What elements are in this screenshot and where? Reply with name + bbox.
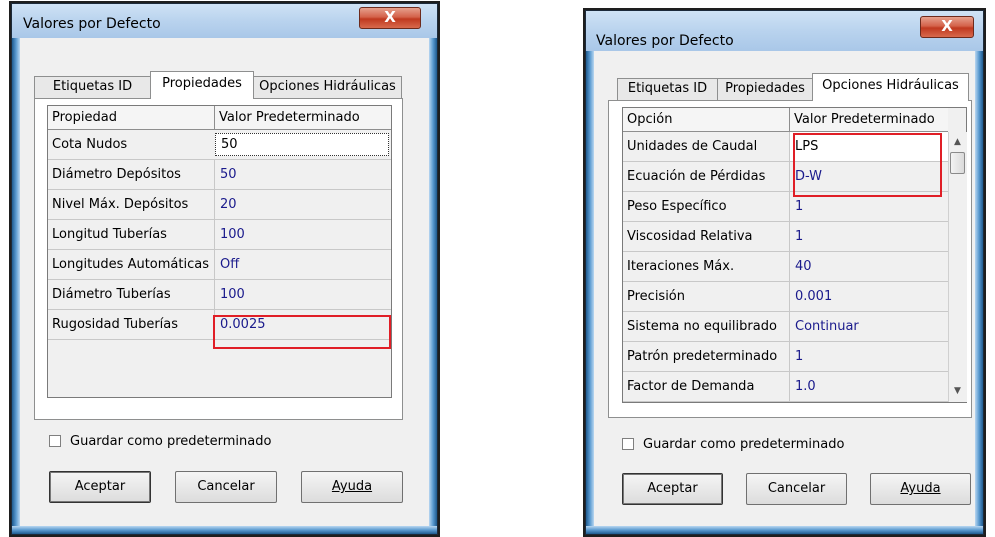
left-frame <box>12 38 20 534</box>
right-save-default-option[interactable]: Guardar como predeterminado <box>622 436 882 454</box>
row-name: Precisión <box>627 289 686 304</box>
left-title-bar: Valores por Defecto X <box>12 4 437 38</box>
bottom-frame <box>12 526 437 534</box>
right-col-valor: Valor Predeterminado <box>789 108 948 131</box>
right-tab-propiedades[interactable]: Propiedades <box>717 78 813 100</box>
table-row[interactable]: Iteraciones Máx. 40 <box>623 252 948 282</box>
row-value[interactable]: Off <box>214 250 391 279</box>
table-row[interactable]: Patrón predeterminado 1 <box>623 342 948 372</box>
left-dialog-title: Valores por Defecto <box>23 16 161 32</box>
right-help-button[interactable]: Ayuda <box>870 473 971 505</box>
row-name: Nivel Máx. Depósitos <box>52 197 189 212</box>
right-tab-propiedades-label: Propiedades <box>725 81 805 96</box>
left-ok-button[interactable]: Aceptar <box>49 471 151 503</box>
right-save-default-label: Guardar como predeterminado <box>643 437 845 452</box>
left-grid-header: Propiedad Valor Predeterminado <box>48 106 391 130</box>
right-dialog-title: Valores por Defecto <box>596 33 734 49</box>
row-name: Cota Nudos <box>52 137 128 152</box>
right-grid-header: Opción Valor Predeterminado <box>623 108 948 132</box>
row-name: Rugosidad Tuberías <box>52 317 179 332</box>
left-save-default-option[interactable]: Guardar como predeterminado <box>49 433 309 451</box>
left-tab-propiedades-label: Propiedades <box>162 76 242 91</box>
row-name: Diámetro Depósitos <box>52 167 181 182</box>
right-tab-opciones-hidraulicas-label: Opciones Hidráulicas <box>822 78 959 93</box>
left-cancel-button[interactable]: Cancelar <box>175 471 277 503</box>
row-name: Ecuación de Pérdidas <box>627 169 766 184</box>
left-tab-panel: Propiedad Valor Predeterminado Cota Nudo… <box>34 98 403 420</box>
table-row[interactable]: Precisión 0.001 <box>623 282 948 312</box>
row-value[interactable]: 40 <box>789 252 948 281</box>
left-property-grid: Propiedad Valor Predeterminado Cota Nudo… <box>47 105 392 398</box>
left-tab-opciones-hidraulicas[interactable]: Opciones Hidráulicas <box>253 76 402 98</box>
right-frame <box>429 38 437 534</box>
right-dialog-window: Valores por Defecto X Etiquetas ID Propi… <box>585 10 984 535</box>
table-row[interactable]: Nivel Máx. Depósitos 20 <box>48 190 391 220</box>
row-value[interactable]: 50 <box>214 160 391 189</box>
row-value[interactable]: 100 <box>214 220 391 249</box>
table-row[interactable]: Factor de Demanda 1.0 <box>623 372 948 402</box>
row-value[interactable]: Continuar <box>789 312 948 341</box>
left-tab-propiedades[interactable]: Propiedades <box>150 71 254 99</box>
right-tab-etiquetas-id[interactable]: Etiquetas ID <box>617 78 718 100</box>
row-name: Longitudes Automáticas <box>52 257 209 272</box>
row-name: Sistema no equilibrado <box>627 319 777 334</box>
scroll-down-icon[interactable]: ▼ <box>949 383 966 400</box>
bottom-frame <box>586 526 983 534</box>
row-value[interactable]: 1.0 <box>789 372 948 401</box>
row-value[interactable]: 1 <box>789 342 948 371</box>
right-save-default-checkbox[interactable] <box>622 438 634 450</box>
left-help-button[interactable]: Ayuda <box>301 471 403 503</box>
row-value[interactable]: 20 <box>214 190 391 219</box>
table-row[interactable]: Cota Nudos 50 <box>48 130 391 160</box>
row-value-input[interactable]: 50 <box>215 133 389 156</box>
row-name: Factor de Demanda <box>627 379 755 394</box>
row-name: Iteraciones Máx. <box>627 259 735 274</box>
table-row[interactable]: Viscosidad Relativa 1 <box>623 222 948 252</box>
right-cancel-button[interactable]: Cancelar <box>746 473 847 505</box>
row-value[interactable]: 1 <box>789 222 948 251</box>
left-dialog-window: Valores por Defecto X Etiquetas ID Propi… <box>11 3 438 535</box>
row-name: Diámetro Tuberías <box>52 287 171 302</box>
right-tab-etiquetas-id-label: Etiquetas ID <box>627 81 708 96</box>
left-col-propiedad: Propiedad <box>52 110 117 125</box>
row-name: Unidades de Caudal <box>627 139 758 154</box>
scroll-thumb[interactable] <box>950 152 965 174</box>
left-close-button[interactable]: X <box>359 7 421 29</box>
row-value[interactable]: 100 <box>214 280 391 309</box>
right-ok-button[interactable]: Aceptar <box>622 473 723 505</box>
table-row[interactable]: Longitud Tuberías 100 <box>48 220 391 250</box>
row-name: Viscosidad Relativa <box>627 229 753 244</box>
left-frame <box>586 51 594 534</box>
row-name: Peso Específico <box>627 199 727 214</box>
right-tab-opciones-hidraulicas[interactable]: Opciones Hidráulicas <box>812 73 969 101</box>
left-tab-etiquetas-id[interactable]: Etiquetas ID <box>34 76 151 98</box>
row-value[interactable]: 0.001 <box>789 282 948 311</box>
left-col-valor: Valor Predeterminado <box>214 106 391 129</box>
row-name: Patrón predeterminado <box>627 349 778 364</box>
left-tab-opciones-hidraulicas-label: Opciones Hidráulicas <box>259 79 396 94</box>
left-save-default-label: Guardar como predeterminado <box>70 434 272 449</box>
right-grid-scrollbar[interactable]: ▲ ▼ <box>948 132 967 402</box>
right-col-opcion: Opción <box>627 112 673 127</box>
right-close-button[interactable]: X <box>920 16 974 38</box>
left-save-default-checkbox[interactable] <box>49 435 61 447</box>
table-row[interactable]: Longitudes Automáticas Off <box>48 250 391 280</box>
left-highlight-box <box>213 315 391 349</box>
right-frame <box>975 51 983 534</box>
right-highlight-box <box>793 133 942 197</box>
scroll-up-icon[interactable]: ▲ <box>949 134 966 151</box>
left-tab-etiquetas-id-label: Etiquetas ID <box>52 79 133 94</box>
table-row[interactable]: Diámetro Tuberías 100 <box>48 280 391 310</box>
right-title-bar: Valores por Defecto X <box>586 11 983 51</box>
row-name: Longitud Tuberías <box>52 227 167 242</box>
table-row[interactable]: Sistema no equilibrado Continuar <box>623 312 948 342</box>
table-row[interactable]: Diámetro Depósitos 50 <box>48 160 391 190</box>
